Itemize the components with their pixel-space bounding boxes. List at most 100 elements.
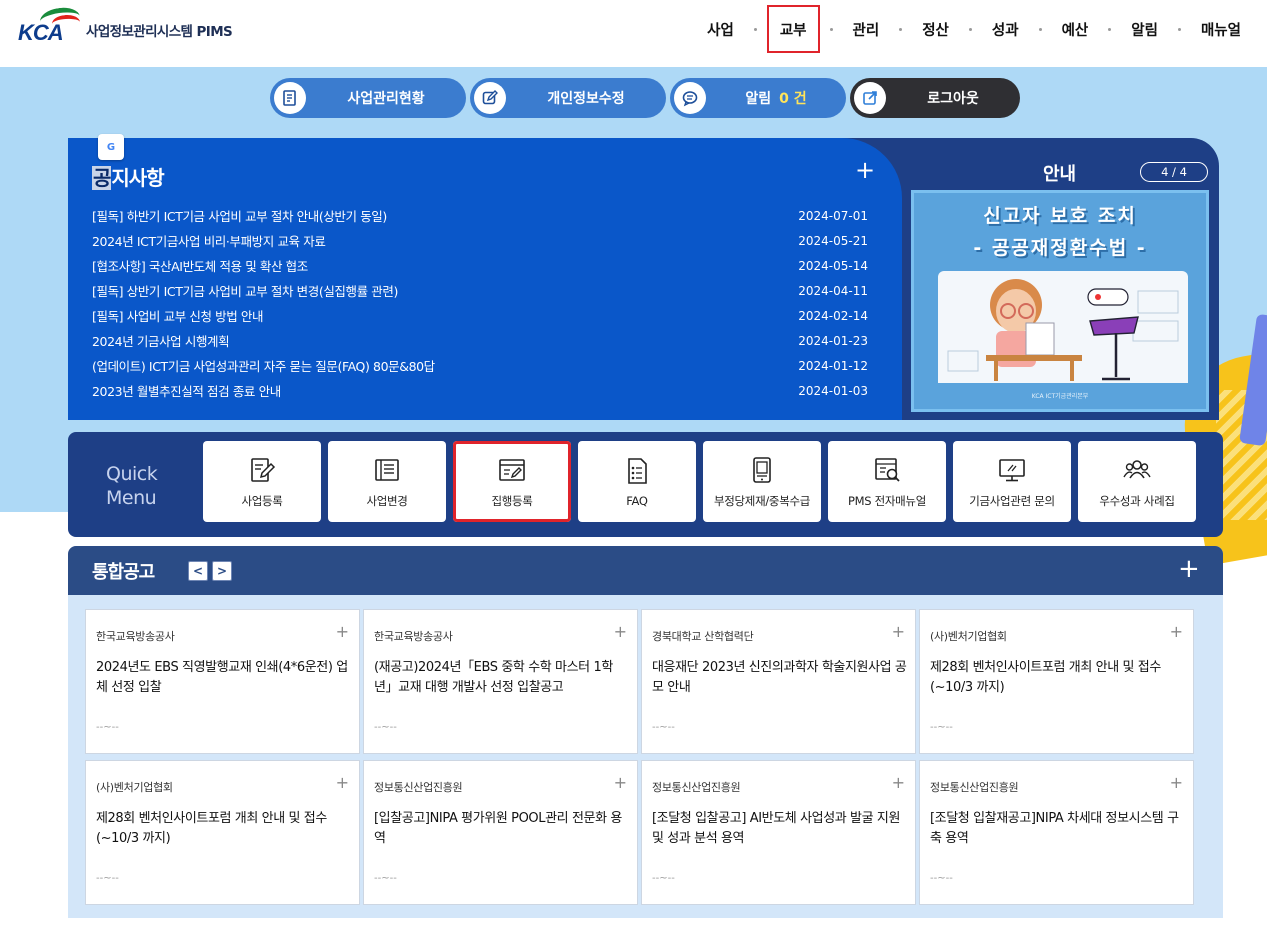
card-date: --~-- bbox=[374, 873, 397, 884]
nav-separator bbox=[1177, 27, 1181, 31]
monitor-icon bbox=[999, 458, 1025, 481]
nav-item-performance[interactable]: 성과 bbox=[982, 5, 1029, 53]
search-document-icon bbox=[875, 457, 900, 482]
business-status-label: 사업관리현황 bbox=[347, 91, 425, 107]
notice-item-title[interactable]: [필독] 하반기 ICT기금 사업비 교부 절차 안내(상반기 동일) bbox=[92, 206, 387, 225]
quick-item-label: 기금사업관련 문의 bbox=[969, 493, 1055, 508]
card-title[interactable]: (재공고)2024년「EBS 중학 수학 마스터 1학년」교재 대행 개발사 선… bbox=[374, 658, 629, 698]
notice-list: [필독] 하반기 ICT기금 사업비 교부 절차 안내(상반기 동일) 2024-… bbox=[92, 203, 868, 403]
combined-notices-more-button[interactable]: + bbox=[1178, 554, 1200, 584]
prev-arrow-icon[interactable]: < bbox=[188, 561, 208, 581]
notice-item[interactable]: [필독] 하반기 ICT기금 사업비 교부 절차 안내(상반기 동일) 2024-… bbox=[92, 203, 868, 228]
notice-item-title[interactable]: [협조사항] 국산AI반도체 적용 및 확산 협조 bbox=[92, 256, 308, 275]
card-organization: 정보통신산업진흥원 bbox=[374, 781, 463, 794]
quick-item-label: 우수성과 사례집 bbox=[1099, 493, 1175, 508]
guide-banner[interactable]: 신고자 보호 조치 - 공공재정환수법 - KCA ICT기금관리본부 bbox=[911, 190, 1209, 412]
translate-icon[interactable]: G bbox=[98, 134, 124, 160]
notice-item[interactable]: 2024년 기금사업 시행계획 2024-01-23 bbox=[92, 328, 868, 353]
guide-page-indicator[interactable]: 4 / 4 bbox=[1140, 162, 1208, 182]
logout-button[interactable]: 로그아웃 bbox=[850, 78, 1020, 118]
notice-item-title[interactable]: 2023년 월별추진실적 점검 종료 안내 bbox=[92, 381, 281, 400]
quick-item-label: PMS 전자매뉴얼 bbox=[847, 493, 926, 508]
notice-item[interactable]: [필독] 상반기 ICT기금 사업비 교부 절차 변경(실집행률 관련) 2024… bbox=[92, 278, 868, 303]
notice-item[interactable]: (업데이트) ICT기금 사업성과관리 자주 묻는 질문(FAQ) 80문&80… bbox=[92, 353, 868, 378]
quick-item-execution[interactable]: 집행등록 bbox=[453, 441, 571, 522]
business-status-button[interactable]: 사업관리현황 bbox=[270, 78, 466, 118]
nav-item-settlement[interactable]: 정산 bbox=[912, 5, 959, 53]
plus-icon[interactable]: + bbox=[892, 622, 905, 641]
nav-item-manage[interactable]: 관리 bbox=[843, 5, 890, 53]
nav-item-manual[interactable]: 매뉴얼 bbox=[1191, 5, 1251, 53]
notice-item-title[interactable]: [필독] 상반기 ICT기금 사업비 교부 절차 변경(실집행률 관련) bbox=[92, 281, 398, 300]
plus-icon[interactable]: + bbox=[1170, 773, 1183, 792]
plus-icon[interactable]: + bbox=[892, 773, 905, 792]
plus-icon[interactable]: + bbox=[1170, 622, 1183, 641]
nav-separator bbox=[968, 27, 972, 31]
notice-card[interactable]: 경북대학교 산학협력단 + 대응재단 2023년 신진의과학자 학술지원사업 공모 … bbox=[641, 609, 916, 754]
card-title[interactable]: 대응재단 2023년 신진의과학자 학술지원사업 공모 안내 bbox=[652, 658, 907, 698]
quick-item-register[interactable]: 사업등록 bbox=[203, 441, 321, 522]
card-title[interactable]: 제28회 벤처인사이트포럼 개최 안내 및 접수(~10/3 까지) bbox=[96, 809, 351, 849]
notice-item[interactable]: 2024년 ICT기금사업 비리·부패방지 교육 자료 2024-05-21 bbox=[92, 228, 868, 253]
notice-card[interactable]: 정보통신산업진흥원 + [조달청 입찰공고] AI반도체 사업성과 발굴 지원 및 … bbox=[641, 760, 916, 905]
notice-item-title[interactable]: 2024년 ICT기금사업 비리·부패방지 교육 자료 bbox=[92, 231, 326, 250]
plus-icon[interactable]: + bbox=[614, 622, 627, 641]
alert-count: 0 건 bbox=[779, 91, 807, 107]
plus-icon[interactable]: + bbox=[336, 622, 349, 641]
notice-card[interactable]: 한국교육방송공사 +2024년도 EBS 직영발행교재 인쇄(4*6운전) 업체 … bbox=[85, 609, 360, 754]
card-organization: 정보통신산업진흥원 bbox=[652, 781, 741, 794]
card-date: --~-- bbox=[930, 873, 953, 884]
plus-icon[interactable]: + bbox=[614, 773, 627, 792]
notice-card[interactable]: (사)벤처기업협회 + 제28회 벤처인사이트포럼 개최 안내 및 접수(~10/3… bbox=[919, 609, 1194, 754]
logout-label: 로그아웃 bbox=[927, 91, 979, 107]
card-title[interactable]: [입찰공고]NIPA 평가위원 POOL관리 전문화 용역 bbox=[374, 809, 629, 849]
notice-item-title[interactable]: [필독] 사업비 교부 신청 방법 안내 bbox=[92, 306, 264, 325]
card-organization: 한국교육방송공사 bbox=[96, 630, 175, 643]
alert-label: 알림 0 건 bbox=[745, 91, 807, 107]
card-title[interactable]: [조달청 입찰공고] AI반도체 사업성과 발굴 지원 및 성과 분석 용역 bbox=[652, 809, 907, 849]
card-title[interactable]: 제28회 벤처인사이트포럼 개최 안내 및 접수(~10/3 까지) bbox=[930, 658, 1185, 698]
notice-card[interactable]: 한국교육방송공사 + (재공고)2024년「EBS 중학 수학 마스터 1학년」교재… bbox=[363, 609, 638, 754]
notice-item[interactable]: 2023년 월별추진실적 점검 종료 안내 2024-01-03 bbox=[92, 378, 868, 403]
notice-card[interactable]: (사)벤처기업협회 + 제28회 벤처인사이트포럼 개최 안내 및 접수(~10/3… bbox=[85, 760, 360, 905]
nav-item-business[interactable]: 사업 bbox=[697, 5, 744, 53]
notice-item-title[interactable]: (업데이트) ICT기금 사업성과관리 자주 묻는 질문(FAQ) 80문&80… bbox=[92, 356, 435, 375]
notice-item-date: 2024-02-14 bbox=[798, 308, 868, 323]
edit-document-icon bbox=[251, 457, 276, 482]
edit-profile-button[interactable]: 개인정보수정 bbox=[470, 78, 666, 118]
edit-icon bbox=[474, 82, 506, 114]
notice-item[interactable]: [필독] 사업비 교부 신청 방법 안내 2024-02-14 bbox=[92, 303, 868, 328]
alert-button[interactable]: 알림 0 건 bbox=[670, 78, 846, 118]
plus-icon[interactable]: + bbox=[336, 773, 349, 792]
notice-guide-panel: G 공지사항 + [필독] 하반기 ICT기금 사업비 교부 절차 안내(상반기… bbox=[68, 134, 1219, 420]
notice-board: G 공지사항 + [필독] 하반기 ICT기금 사업비 교부 절차 안내(상반기… bbox=[68, 134, 902, 420]
quick-item-sanction[interactable]: 부정당제재/중복수급 bbox=[703, 441, 821, 522]
chat-icon bbox=[674, 82, 706, 114]
notice-item[interactable]: [협조사항] 국산AI반도체 적용 및 확산 협조 2024-05-14 bbox=[92, 253, 868, 278]
quick-item-change[interactable]: 사업변경 bbox=[328, 441, 446, 522]
quick-item-inquiry[interactable]: 기금사업관련 문의 bbox=[953, 441, 1071, 522]
nav-item-alert[interactable]: 알림 bbox=[1121, 5, 1168, 53]
card-organization: (사)벤처기업협회 bbox=[930, 630, 1007, 643]
nav-separator bbox=[829, 27, 833, 31]
quick-item-faq[interactable]: FAQ bbox=[578, 441, 696, 522]
card-organization: 경북대학교 산학협력단 bbox=[652, 630, 754, 643]
next-arrow-icon[interactable]: > bbox=[212, 561, 232, 581]
nav-separator bbox=[753, 27, 757, 31]
nav-item-grant[interactable]: 교부 bbox=[766, 5, 820, 53]
quick-item-manual[interactable]: PMS 전자매뉴얼 bbox=[828, 441, 946, 522]
card-organization: (사)벤처기업협회 bbox=[96, 781, 173, 794]
notice-card[interactable]: 정보통신산업진흥원 + [입찰공고]NIPA 평가위원 POOL관리 전문화 용역 -… bbox=[363, 760, 638, 905]
notice-card[interactable]: 정보통신산업진흥원 + [조달청 입찰재공고]NIPA 차세대 정보시스템 구축 용… bbox=[919, 760, 1194, 905]
site-logo[interactable]: KCA 사업정보관리시스템 PIMS bbox=[18, 5, 233, 46]
quick-item-casebook[interactable]: 우수성과 사례집 bbox=[1078, 441, 1196, 522]
notice-more-button[interactable]: + bbox=[855, 156, 875, 184]
guide-banner-heading: 신고자 보호 조치 bbox=[983, 205, 1137, 227]
card-title[interactable]: 2024년도 EBS 직영발행교재 인쇄(4*6운전) 업체 선정 입찰 bbox=[96, 658, 351, 698]
combined-notices-title: 통합공고 bbox=[92, 562, 155, 583]
notice-item-title[interactable]: 2024년 기금사업 시행계획 bbox=[92, 331, 230, 350]
nav-item-budget[interactable]: 예산 bbox=[1052, 5, 1099, 53]
logo-text: 사업정보관리시스템 PIMS bbox=[86, 24, 233, 40]
guide-title: 안내 bbox=[1043, 164, 1077, 185]
card-title[interactable]: [조달청 입찰재공고]NIPA 차세대 정보시스템 구축 용역 bbox=[930, 809, 1185, 849]
